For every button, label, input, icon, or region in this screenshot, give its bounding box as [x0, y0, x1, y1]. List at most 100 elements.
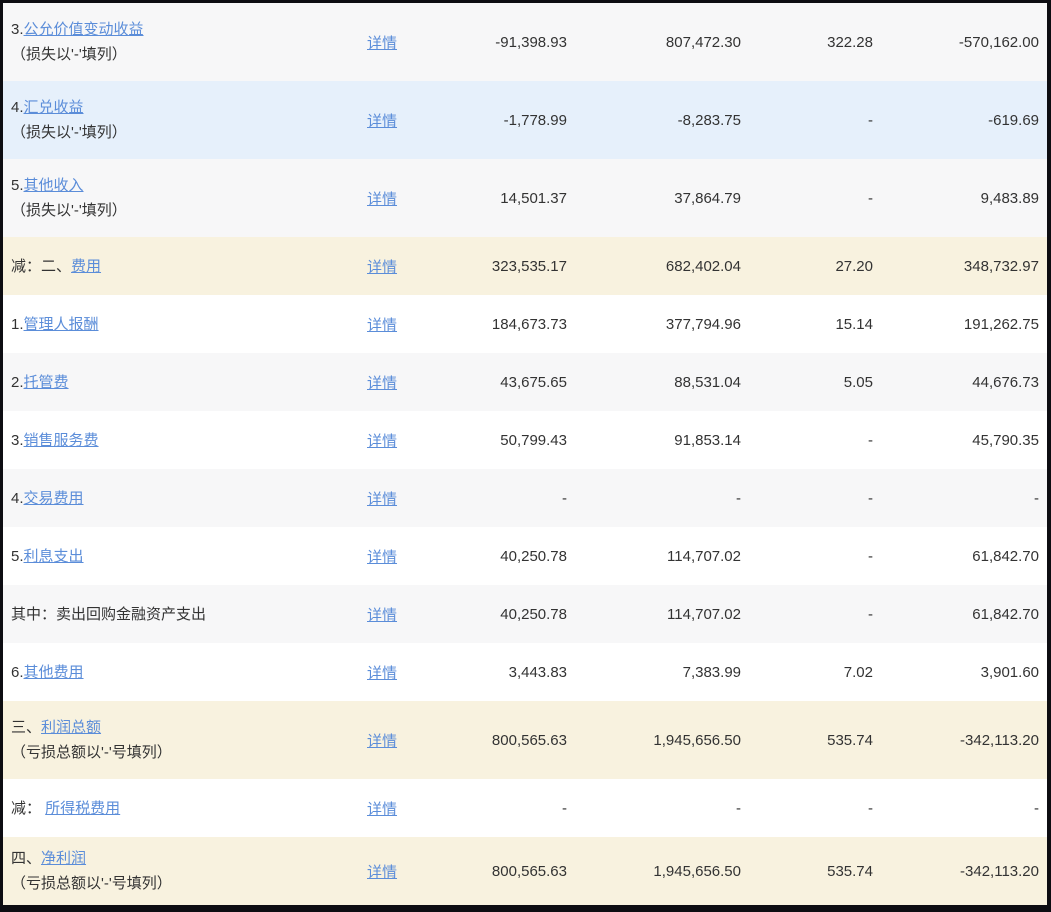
row-item-link[interactable]: 利息支出	[24, 548, 84, 565]
detail-link[interactable]: 详情	[367, 259, 397, 276]
row-label-line: 4.汇兑收益	[11, 95, 355, 120]
row-label-line: 四、净利润	[11, 846, 355, 871]
detail-link[interactable]: 详情	[367, 491, 397, 508]
row-label: 2.托管费	[3, 370, 355, 395]
row-label: 1.管理人报酬	[3, 312, 355, 337]
value-cell: -	[741, 112, 873, 129]
detail-link[interactable]: 详情	[367, 113, 397, 130]
row-label-prefix: 3.	[11, 432, 24, 449]
row-item-link[interactable]: 托管费	[24, 374, 69, 391]
detail-link[interactable]: 详情	[367, 191, 397, 208]
detail-link[interactable]: 详情	[367, 549, 397, 566]
detail-link[interactable]: 详情	[367, 607, 397, 624]
detail-cell: 详情	[355, 861, 417, 882]
detail-link[interactable]: 详情	[367, 864, 397, 881]
value-cell: 40,250.78	[417, 548, 567, 565]
value-cell: -	[741, 800, 873, 817]
row-item-link[interactable]: 销售服务费	[24, 432, 99, 449]
value-cell: 807,472.30	[567, 34, 741, 51]
value-cell: 61,842.70	[873, 606, 1047, 623]
value-cell: -8,283.75	[567, 112, 741, 129]
detail-link[interactable]: 详情	[367, 665, 397, 682]
row-label-line: 5.利息支出	[11, 544, 355, 569]
row-item-link[interactable]: 净利润	[41, 850, 86, 867]
detail-cell: 详情	[355, 256, 417, 277]
value-cell: -	[417, 490, 567, 507]
value-cell: -	[741, 190, 873, 207]
row-label-line: 6.其他费用	[11, 660, 355, 685]
row-item-link[interactable]: 汇兑收益	[24, 99, 84, 116]
row-label-prefix: 5.	[11, 548, 24, 565]
value-cell: 91,853.14	[567, 432, 741, 449]
value-cell: 114,707.02	[567, 606, 741, 623]
row-item-link[interactable]: 所得税费用	[45, 800, 120, 817]
row-label-line: 2.托管费	[11, 370, 355, 395]
row-label-prefix: 2.	[11, 374, 24, 391]
value-cell: -	[417, 800, 567, 817]
row-label-note: （损失以'-'填列）	[11, 42, 355, 67]
row-label: 3.公允价值变动收益（损失以'-'填列）	[3, 17, 355, 67]
row-label: 减：二、费用	[3, 254, 355, 279]
row-item-link[interactable]: 其他收入	[24, 177, 84, 194]
value-cell: -	[567, 490, 741, 507]
row-label-prefix: 减：	[11, 800, 45, 817]
detail-link[interactable]: 详情	[367, 433, 397, 450]
detail-cell: 详情	[355, 604, 417, 625]
row-label-line: 1.管理人报酬	[11, 312, 355, 337]
table-row: 6.其他费用详情3,443.837,383.997.023,901.60	[3, 643, 1047, 701]
detail-link[interactable]: 详情	[367, 317, 397, 334]
row-label: 4.汇兑收益（损失以'-'填列）	[3, 95, 355, 145]
income-statement-table: 3.公允价值变动收益（损失以'-'填列）详情-91,398.93807,472.…	[0, 0, 1051, 912]
row-label-line: 其中：卖出回购金融资产支出	[11, 602, 355, 627]
row-label-prefix: 三、	[11, 719, 41, 736]
row-item-link[interactable]: 公允价值变动收益	[24, 21, 144, 38]
value-cell: -	[741, 548, 873, 565]
table-rows-container: 3.公允价值变动收益（损失以'-'填列）详情-91,398.93807,472.…	[3, 3, 1047, 905]
value-cell: 43,675.65	[417, 374, 567, 391]
row-label-note: （亏损总额以'-'号填列）	[11, 871, 355, 896]
value-cell: -342,113.20	[873, 863, 1047, 880]
value-cell: 7.02	[741, 664, 873, 681]
row-item-link[interactable]: 其他费用	[24, 664, 84, 681]
row-label-prefix: 3.	[11, 21, 24, 38]
value-cell: 37,864.79	[567, 190, 741, 207]
detail-link[interactable]: 详情	[367, 35, 397, 52]
row-label: 其中：卖出回购金融资产支出	[3, 602, 355, 627]
table-row: 其中：卖出回购金融资产支出详情40,250.78114,707.02-61,84…	[3, 585, 1047, 643]
value-cell: 9,483.89	[873, 190, 1047, 207]
row-label-line: 4.交易费用	[11, 486, 355, 511]
row-item-link[interactable]: 交易费用	[24, 490, 84, 507]
value-cell: -	[567, 800, 741, 817]
detail-link[interactable]: 详情	[367, 733, 397, 750]
row-item-link[interactable]: 费用	[71, 258, 101, 275]
value-cell: 323,535.17	[417, 258, 567, 275]
table-row: 4.汇兑收益（损失以'-'填列） 详情 -1,778.99-8,283.75--61…	[3, 81, 1047, 159]
value-cell: -619.69	[873, 112, 1047, 129]
detail-link[interactable]: 详情	[367, 801, 397, 818]
row-label-line: 3.公允价值变动收益	[11, 17, 355, 42]
row-label-line: 三、利润总额	[11, 715, 355, 740]
value-cell: 322.28	[741, 34, 873, 51]
row-label-note: （损失以'-'填列）	[11, 120, 355, 145]
table-row: 3.公允价值变动收益（损失以'-'填列）详情-91,398.93807,472.…	[3, 3, 1047, 81]
detail-link[interactable]: 详情	[367, 375, 397, 392]
detail-cell: 详情	[355, 798, 417, 819]
row-label-prefix: 5.	[11, 177, 24, 194]
value-cell: 5.05	[741, 374, 873, 391]
value-cell: -1,778.99	[417, 112, 567, 129]
detail-cell: 详情	[355, 546, 417, 567]
table-row: 5.其他收入（损失以'-'填列）详情14,501.3737,864.79-9,4…	[3, 159, 1047, 237]
table-row: 3.销售服务费详情50,799.4391,853.14-45,790.35	[3, 411, 1047, 469]
row-label-line: 减：二、费用	[11, 254, 355, 279]
value-cell: 184,673.73	[417, 316, 567, 333]
table-row: 四、净利润（亏损总额以'-'号填列）详情800,565.631,945,656.…	[3, 837, 1047, 905]
row-label-line: 5.其他收入	[11, 173, 355, 198]
row-item-link[interactable]: 利润总额	[41, 719, 101, 736]
row-item-link[interactable]: 管理人报酬	[24, 316, 99, 333]
value-cell: 1,945,656.50	[567, 863, 741, 880]
row-label: 5.利息支出	[3, 544, 355, 569]
row-label: 5.其他收入（损失以'-'填列）	[3, 173, 355, 223]
row-label-prefix: 6.	[11, 664, 24, 681]
row-label-prefix: 减：二、	[11, 258, 71, 275]
value-cell: 88,531.04	[567, 374, 741, 391]
